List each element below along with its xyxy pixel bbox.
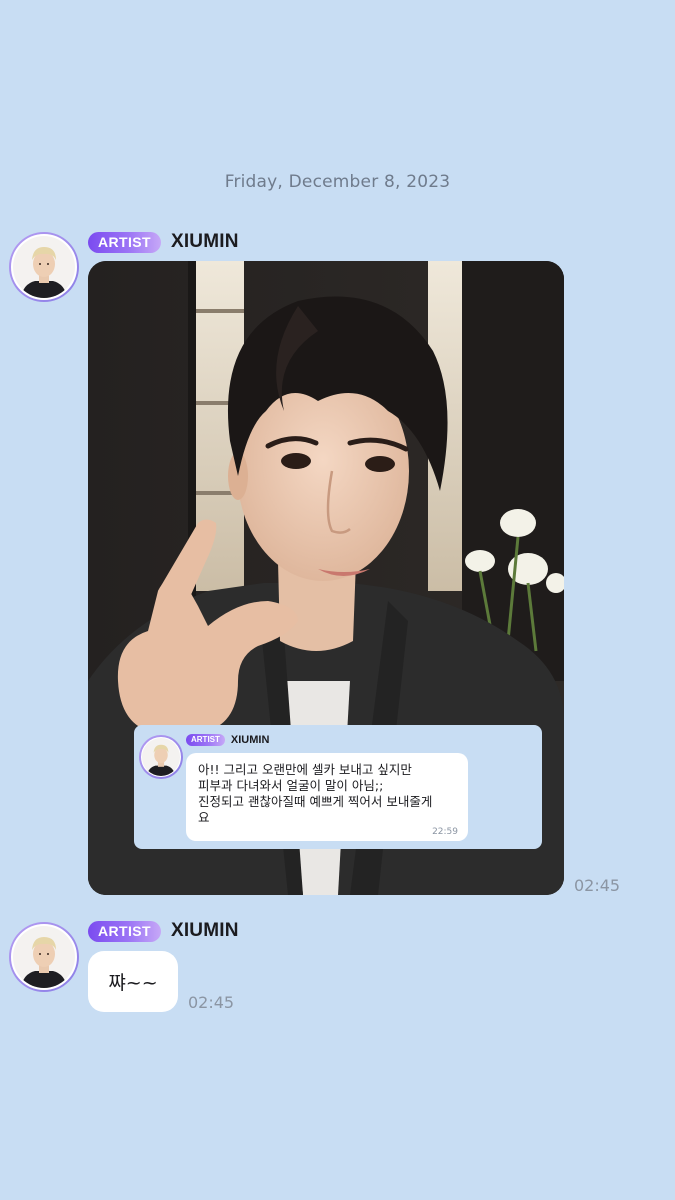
quoted-message-bubble: 아!! 그리고 오랜만에 셀카 보내고 싶지만 피부과 다녀와서 얼굴이 말이 …: [186, 753, 468, 841]
avatar-image: [11, 924, 77, 990]
sender-row: ARTIST XIUMIN: [88, 231, 239, 253]
avatar-image: [141, 737, 181, 777]
message-time: 02:45: [574, 876, 621, 895]
sender-name[interactable]: XIUMIN: [171, 231, 239, 253]
date-separator: Friday, December 8, 2023: [224, 172, 451, 192]
artist-badge: ARTIST: [88, 231, 161, 253]
quoted-message-time: 22:59: [432, 827, 458, 837]
quoted-message-text: 아!! 그리고 오랜만에 셀카 보내고 싶지만 피부과 다녀와서 얼굴이 말이 …: [198, 762, 433, 825]
artist-badge: ARTIST: [186, 734, 225, 746]
sender-row: ARTIST XIUMIN: [88, 920, 239, 942]
quoted-sender-row: ARTIST XIUMIN: [186, 734, 269, 746]
sender-name[interactable]: XIUMIN: [171, 920, 239, 942]
message-time: 02:45: [188, 993, 235, 1012]
avatar[interactable]: [9, 232, 79, 302]
avatar-image: [11, 234, 77, 300]
text-message-bubble[interactable]: 쨔~~: [88, 951, 178, 1012]
quoted-sender-name: XIUMIN: [230, 734, 270, 746]
message-text: 쨔~~: [108, 972, 158, 994]
artist-badge: ARTIST: [88, 920, 161, 942]
quoted-message-card[interactable]: ARTIST XIUMIN 아!! 그리고 오랜만에 셀카 보내고 싶지만 피부…: [134, 725, 542, 849]
avatar[interactable]: [9, 922, 79, 992]
avatar: [139, 735, 183, 779]
